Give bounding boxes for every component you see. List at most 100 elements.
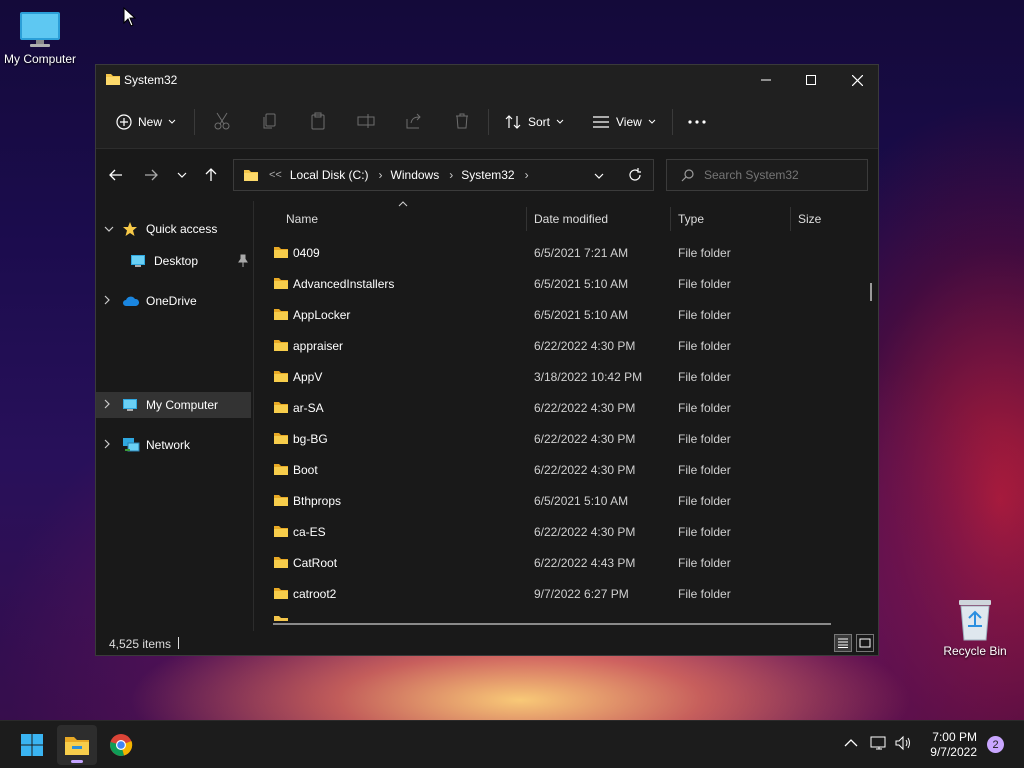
taskbar-file-explorer[interactable]: [57, 725, 97, 765]
breadcrumb-system32[interactable]: System32: [461, 168, 514, 182]
folder-icon: [244, 170, 258, 181]
table-row[interactable]: ar-SA 6/22/2022 4:30 PM File folder: [255, 392, 865, 423]
recent-locations-button[interactable]: [170, 165, 194, 185]
sort-button[interactable]: Sort: [504, 110, 564, 134]
tiles-view-icon: [859, 638, 871, 648]
file-type: File folder: [678, 277, 731, 291]
delete-icon[interactable]: [452, 111, 472, 131]
chrome-icon: [110, 734, 133, 756]
close-icon: [851, 74, 863, 86]
back-button[interactable]: [104, 165, 128, 185]
large-icons-view-button[interactable]: [856, 634, 874, 652]
chevron-down-icon[interactable]: [104, 224, 118, 235]
chevron-right-icon[interactable]: ›: [379, 168, 383, 182]
copy-icon[interactable]: [260, 111, 280, 131]
desktop-icon-label: My Computer: [3, 52, 77, 66]
column-divider[interactable]: [790, 207, 791, 231]
taskbar-chrome[interactable]: [101, 725, 141, 765]
table-row[interactable]: Bthprops 6/5/2021 5:10 AM File folder: [255, 485, 865, 516]
clock[interactable]: 7:00 PM 9/7/2022: [905, 730, 977, 760]
table-row[interactable]: 0409 6/5/2021 7:21 AM File folder: [255, 237, 865, 268]
file-name: Bthprops: [293, 494, 342, 508]
view-button[interactable]: View: [592, 110, 656, 134]
chevron-right-icon[interactable]: ›: [525, 168, 529, 182]
breadcrumb-local-disk[interactable]: Local Disk (C:): [290, 168, 369, 182]
chevron-right-icon[interactable]: [104, 295, 118, 308]
paste-icon[interactable]: [308, 111, 328, 131]
forward-button[interactable]: [139, 165, 163, 185]
table-row[interactable]: Boot 6/22/2022 4:30 PM File folder: [255, 454, 865, 485]
table-row[interactable]: appraiser 6/22/2022 4:30 PM File folder: [255, 330, 865, 361]
chevron-right-icon[interactable]: [104, 399, 118, 412]
sidebar-item-quick-access[interactable]: Quick access: [96, 216, 251, 242]
desktop-icon-my-computer[interactable]: My Computer: [0, 10, 80, 66]
new-button[interactable]: New: [116, 110, 176, 134]
new-button-label: New: [138, 115, 163, 129]
folder-icon: [274, 495, 288, 506]
file-date-modified: 6/5/2021 5:10 AM: [534, 494, 629, 508]
sidebar-item-onedrive[interactable]: OneDrive: [96, 288, 251, 314]
notification-badge[interactable]: 2: [987, 736, 1004, 753]
table-row[interactable]: AppLocker 6/5/2021 5:10 AM File folder: [255, 299, 865, 330]
chevron-down-icon: [177, 172, 187, 178]
refresh-icon[interactable]: [628, 168, 642, 182]
sidebar-item-my-computer[interactable]: My Computer: [96, 392, 251, 418]
sidebar-item-network[interactable]: Network: [96, 432, 251, 458]
chevron-right-icon[interactable]: [104, 439, 118, 452]
pin-icon[interactable]: [237, 254, 249, 268]
desktop-icon-label: Recycle Bin: [943, 644, 1007, 658]
close-button[interactable]: [834, 65, 880, 95]
column-header-type[interactable]: Type: [678, 206, 704, 232]
horizontal-scrollbar[interactable]: [273, 623, 831, 625]
cut-icon[interactable]: [212, 111, 232, 131]
network-status-icon[interactable]: [870, 735, 888, 751]
file-name: 0409: [293, 246, 320, 260]
breadcrumb-windows[interactable]: Windows: [391, 168, 440, 182]
column-divider[interactable]: [670, 207, 671, 231]
rename-icon[interactable]: [356, 111, 376, 131]
column-header-label: Type: [678, 212, 705, 226]
sort-button-label: Sort: [528, 115, 551, 129]
table-row[interactable]: AdvancedInstallers 6/5/2021 5:10 AM File f…: [255, 268, 865, 299]
title-bar[interactable]: System32: [96, 65, 878, 95]
table-row[interactable]: ca-ES 6/22/2022 4:30 PM File folder: [255, 516, 865, 547]
details-view-button[interactable]: [834, 634, 852, 652]
search-box[interactable]: [666, 159, 868, 191]
table-row[interactable]: catroot2 9/7/2022 6:27 PM File folder: [255, 578, 865, 609]
minimize-button[interactable]: [743, 65, 789, 95]
sidebar-item-desktop[interactable]: Desktop: [96, 248, 251, 274]
search-input[interactable]: [704, 168, 864, 182]
file-type: File folder: [678, 494, 731, 508]
column-header-date-modified[interactable]: Date modified: [534, 206, 608, 232]
folder-icon: [274, 557, 288, 568]
column-header-name[interactable]: Name: [286, 206, 318, 232]
column-divider[interactable]: [526, 207, 527, 231]
folder-icon: [274, 309, 288, 320]
address-bar[interactable]: << Local Disk (C:) › Windows › System32 …: [233, 159, 654, 191]
arrow-left-icon: [109, 169, 122, 181]
file-date-modified: 6/5/2021 5:10 AM: [534, 308, 629, 322]
view-lines-icon: [593, 116, 609, 128]
up-button[interactable]: [199, 165, 223, 185]
file-name: AppLocker: [293, 308, 351, 322]
breadcrumb-overflow[interactable]: <<: [269, 169, 282, 181]
share-icon[interactable]: [404, 111, 424, 131]
desktop-icon-recycle-bin[interactable]: Recycle Bin: [935, 596, 1015, 658]
table-row[interactable]: bg-BG 6/22/2022 4:30 PM File folder: [255, 423, 865, 454]
taskbar: 7:00 PM 9/7/2022 2: [0, 720, 1024, 768]
start-button[interactable]: [12, 725, 52, 765]
vertical-scrollbar[interactable]: [870, 283, 872, 301]
chevron-down-icon[interactable]: [594, 173, 604, 179]
cloud-icon: [122, 293, 140, 309]
clock-time: 7:00 PM: [932, 730, 977, 744]
table-row[interactable]: CatRoot 6/22/2022 4:43 PM File folder: [255, 547, 865, 578]
show-hidden-icons-chevron-up-icon[interactable]: [844, 739, 858, 747]
column-header-size[interactable]: Size: [798, 206, 821, 232]
more-options-button[interactable]: [688, 110, 706, 134]
toolbar-separator: [488, 109, 489, 135]
file-date-modified: 6/22/2022 4:30 PM: [534, 525, 636, 539]
maximize-button[interactable]: [788, 65, 834, 95]
table-row[interactable]: AppV 3/18/2022 10:42 PM File folder: [255, 361, 865, 392]
folder-icon: [274, 402, 288, 413]
chevron-right-icon[interactable]: ›: [449, 168, 453, 182]
